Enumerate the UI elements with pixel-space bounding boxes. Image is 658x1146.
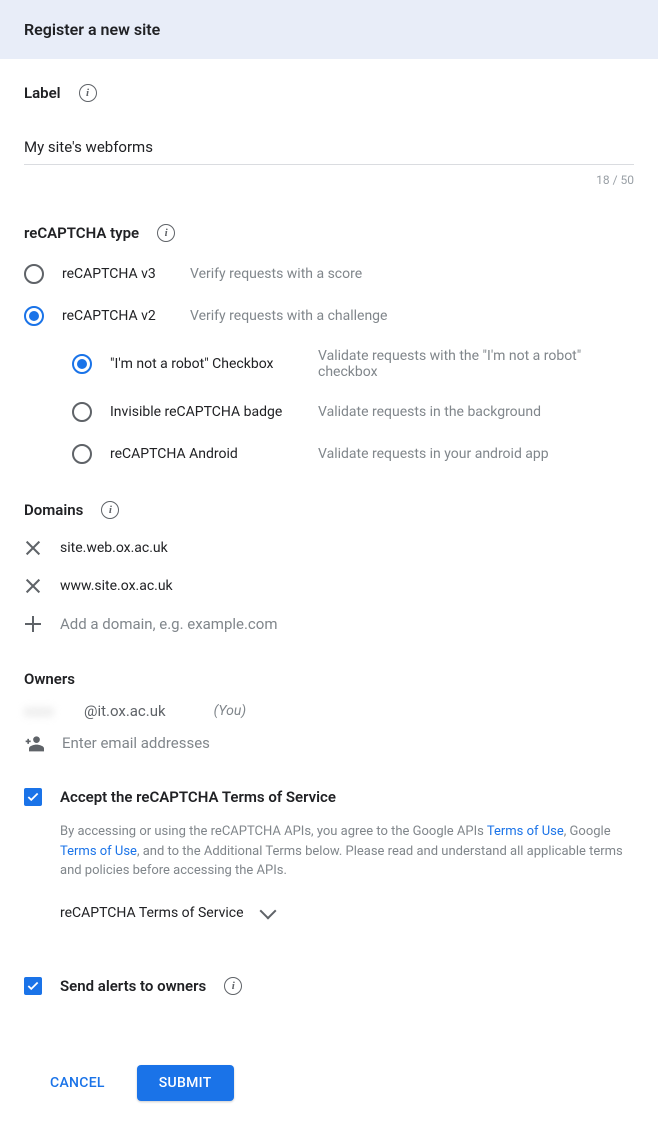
tos-description: By accessing or using the reCAPTCHA APIs… <box>60 822 634 881</box>
domain-item: www.site.ox.ac.uk <box>24 577 634 595</box>
info-icon[interactable]: i <box>79 84 97 102</box>
radio-button[interactable] <box>24 306 44 326</box>
tos-checkbox-row: Accept the reCAPTCHA Terms of Service <box>24 788 634 806</box>
radio-button[interactable] <box>24 264 44 284</box>
radio-desc: Verify requests with a challenge <box>190 308 387 324</box>
radio-desc: Validate requests in the background <box>318 404 541 420</box>
label-title-text: Label <box>24 84 61 102</box>
button-row: CANCEL SUBMIT <box>24 1065 634 1101</box>
owner-you-label: (You) <box>214 703 246 719</box>
domain-text: www.site.ox.ac.uk <box>60 578 173 594</box>
radio-android-option[interactable]: reCAPTCHA Android Validate requests in y… <box>72 444 634 464</box>
label-section-title: Label i <box>24 84 97 102</box>
domain-input[interactable] <box>60 615 634 633</box>
alerts-checkbox[interactable] <box>24 977 42 995</box>
tos-link[interactable]: Terms of Use <box>60 844 137 859</box>
cancel-button[interactable]: CANCEL <box>38 1065 117 1101</box>
tos-checkbox[interactable] <box>24 788 42 806</box>
remove-icon[interactable] <box>24 539 42 557</box>
owners-section-title: Owners <box>24 670 75 688</box>
person-add-icon[interactable] <box>24 734 44 752</box>
owner-item: xxxx@it.ox.ac.uk (You) <box>24 702 634 720</box>
tos-expand-toggle[interactable]: reCAPTCHA Terms of Service <box>60 905 634 921</box>
page-title: Register a new site <box>24 20 634 39</box>
radio-desc: Validate requests in your android app <box>318 446 549 462</box>
owner-add-row <box>24 734 634 752</box>
radio-label: reCAPTCHA Android <box>110 446 300 462</box>
radio-label: "I'm not a robot" Checkbox <box>110 356 300 372</box>
label-input[interactable] <box>24 130 634 165</box>
radio-checkbox-option[interactable]: "I'm not a robot" Checkbox Validate requ… <box>72 348 634 380</box>
radio-recaptcha-v2[interactable]: reCAPTCHA v2 Verify requests with a chal… <box>24 306 634 326</box>
radio-label: Invisible reCAPTCHA badge <box>110 404 300 420</box>
radio-recaptcha-v3[interactable]: reCAPTCHA v3 Verify requests with a scor… <box>24 264 634 284</box>
add-icon[interactable] <box>24 615 42 633</box>
tos-checkbox-label: Accept the reCAPTCHA Terms of Service <box>60 788 336 806</box>
tos-link[interactable]: Terms of Use <box>487 824 564 839</box>
type-section-title: reCAPTCHA type i <box>24 224 175 242</box>
submit-button[interactable]: SUBMIT <box>137 1065 234 1101</box>
radio-label: reCAPTCHA v2 <box>62 308 172 324</box>
owner-email: xxxx@it.ox.ac.uk <box>24 702 166 720</box>
tos-expand-label: reCAPTCHA Terms of Service <box>60 905 244 921</box>
radio-button[interactable] <box>72 444 92 464</box>
info-icon[interactable]: i <box>157 224 175 242</box>
domains-title-text: Domains <box>24 501 83 519</box>
domains-section-title: Domains i <box>24 501 119 519</box>
type-title-text: reCAPTCHA type <box>24 224 139 242</box>
radio-label: reCAPTCHA v3 <box>62 266 172 282</box>
chevron-down-icon <box>259 902 276 919</box>
owner-email-input[interactable] <box>62 734 634 752</box>
domain-add-row <box>24 615 634 633</box>
radio-desc: Validate requests with the "I'm not a ro… <box>318 348 634 380</box>
radio-button[interactable] <box>72 354 92 374</box>
owners-title-text: Owners <box>24 670 75 688</box>
info-icon[interactable]: i <box>101 501 119 519</box>
char-counter: 18 / 50 <box>24 173 634 187</box>
domain-item: site.web.ox.ac.uk <box>24 539 634 557</box>
radio-desc: Verify requests with a score <box>190 266 362 282</box>
info-icon[interactable]: i <box>224 977 242 995</box>
remove-icon[interactable] <box>24 577 42 595</box>
radio-invisible-option[interactable]: Invisible reCAPTCHA badge Validate reque… <box>72 402 634 422</box>
alerts-label: Send alerts to owners <box>60 977 206 995</box>
domain-text: site.web.ox.ac.uk <box>60 540 168 556</box>
radio-button[interactable] <box>72 402 92 422</box>
page-header: Register a new site <box>0 0 658 59</box>
alerts-checkbox-row: Send alerts to owners i <box>24 977 634 995</box>
